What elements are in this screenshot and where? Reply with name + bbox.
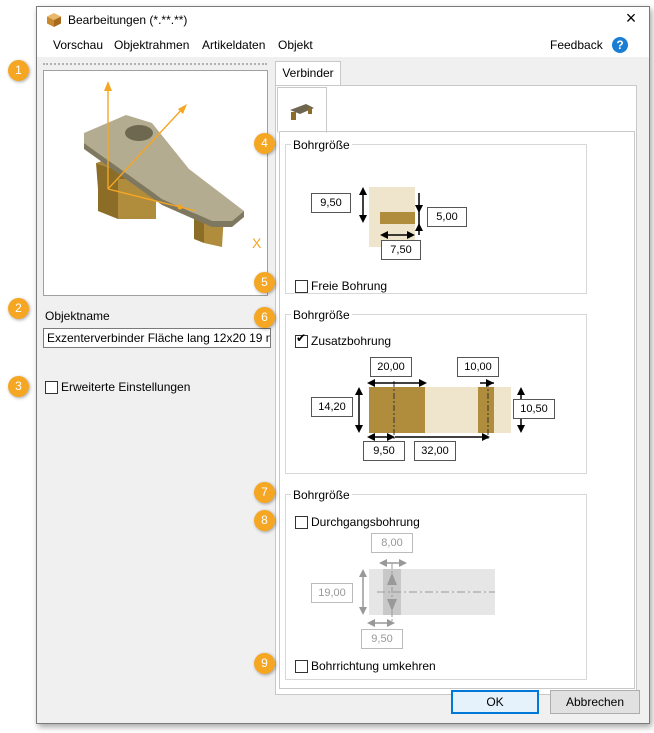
group3-drill-diagram xyxy=(359,559,495,627)
group3-top-field[interactable]: 8,00 xyxy=(371,533,413,553)
through-drill-checkbox[interactable] xyxy=(295,516,308,529)
reverse-direction-label: Bohrrichtung umkehren xyxy=(311,659,436,673)
preview-panel[interactable]: X xyxy=(43,70,268,296)
cancel-button[interactable]: Abbrechen xyxy=(550,690,640,714)
title-bar: Bearbeitungen (*.**.**) × xyxy=(37,7,649,33)
dialog-window: Bearbeitungen (*.**.**) × Vorschau Objek… xyxy=(36,6,650,724)
through-drill-label: Durchgangsbohrung xyxy=(311,515,420,529)
group2-right-field[interactable]: 10,50 xyxy=(513,399,555,419)
object-name-label: Objektname xyxy=(45,309,110,323)
group3-left-field[interactable]: 19,00 xyxy=(311,583,353,603)
connector-3d-preview xyxy=(84,81,244,247)
reverse-direction-checkbox[interactable] xyxy=(295,660,308,673)
window-title: Bearbeitungen (*.**.**) xyxy=(68,13,188,27)
group2-top-right-field[interactable]: 10,00 xyxy=(457,357,499,377)
close-button[interactable]: × xyxy=(621,8,641,29)
extra-drill-label: Zusatzbohrung xyxy=(311,334,392,348)
group1-depth-field[interactable]: 5,00 xyxy=(427,207,467,227)
group1-height-field[interactable]: 9,50 xyxy=(311,193,351,213)
tab-verbinder[interactable]: Verbinder xyxy=(275,61,341,86)
help-icon[interactable]: ? xyxy=(612,37,628,53)
group3-title: Bohrgröße xyxy=(291,488,352,502)
advanced-settings-label: Erweiterte Einstellungen xyxy=(61,380,191,394)
callout-badge-7: 7 xyxy=(254,482,275,503)
callout-badge-4: 4 xyxy=(254,133,275,154)
group3-bottom-field[interactable]: 9,50 xyxy=(361,629,403,649)
menu-objekt[interactable]: Objekt xyxy=(278,38,313,52)
callout-badge-6: 6 xyxy=(254,307,275,328)
callout-badge-3: 3 xyxy=(8,376,29,397)
group1-title: Bohrgröße xyxy=(291,138,352,152)
group2-left-field[interactable]: 14,20 xyxy=(311,397,353,417)
app-cube-icon xyxy=(47,13,61,27)
extra-drill-check-icon: ✔ xyxy=(296,331,307,345)
group2-title: Bohrgröße xyxy=(291,308,352,322)
splitter-grip[interactable] xyxy=(43,63,267,68)
ok-button[interactable]: OK xyxy=(451,690,539,714)
free-drill-label: Freie Bohrung xyxy=(311,279,388,293)
callout-badge-2: 2 xyxy=(8,298,29,319)
menu-artikeldaten[interactable]: Artikeldaten xyxy=(202,38,265,52)
callout-badge-1: 1 xyxy=(8,60,29,81)
preview-axis-x-label: X xyxy=(252,235,262,251)
advanced-settings-checkbox[interactable] xyxy=(45,381,58,394)
feedback-link[interactable]: Feedback xyxy=(550,38,603,52)
menu-vorschau[interactable]: Vorschau xyxy=(53,38,103,52)
free-drill-checkbox[interactable] xyxy=(295,280,308,293)
callout-badge-9: 9 xyxy=(254,653,275,674)
group2-top-left-field[interactable]: 20,00 xyxy=(370,357,412,377)
group2-bottom-right-field[interactable]: 32,00 xyxy=(414,441,456,461)
callout-badge-5: 5 xyxy=(254,272,275,293)
group2-bottom-left-field[interactable]: 9,50 xyxy=(363,441,405,461)
tab-connector-icon[interactable] xyxy=(277,87,327,133)
group1-width-field[interactable]: 7,50 xyxy=(381,240,421,260)
object-name-input[interactable]: Exzenterverbinder Fläche lang 12x20 19 m xyxy=(43,328,271,348)
connector-icon xyxy=(290,104,314,120)
callout-badge-8: 8 xyxy=(254,510,275,531)
menu-objektrahmen[interactable]: Objektrahmen xyxy=(114,38,189,52)
